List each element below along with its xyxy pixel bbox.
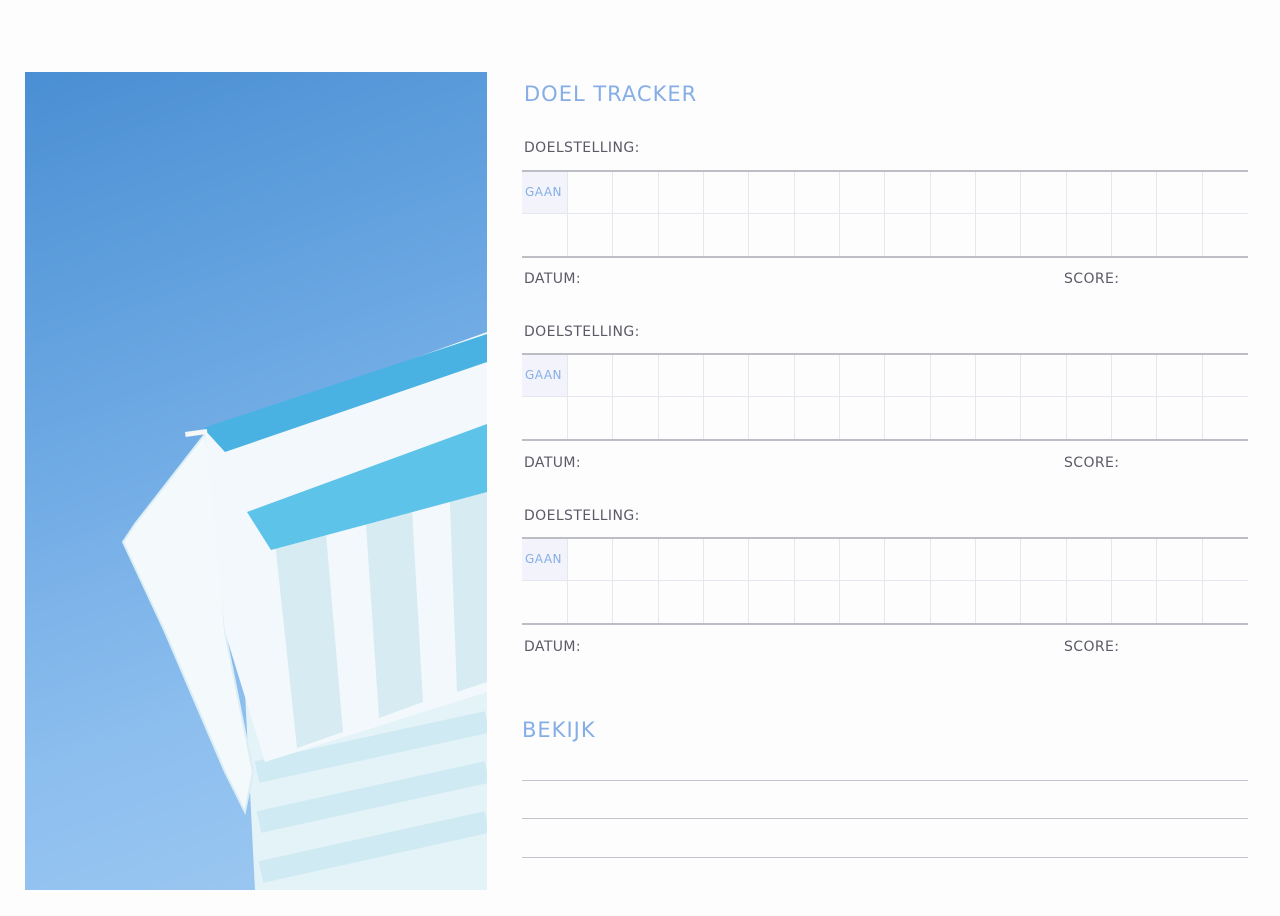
grid-column-divider: [1202, 539, 1203, 623]
grid-column-divider: [884, 355, 885, 439]
grid-column-divider: [884, 539, 885, 623]
goal-label: DOELSTELLING:: [524, 324, 640, 340]
beach-umbrella-photo: [25, 72, 487, 890]
grid-column-divider: [930, 172, 931, 256]
grid-column-divider: [1156, 172, 1157, 256]
grid-column-divider: [567, 172, 568, 256]
grid-column-divider: [567, 355, 568, 439]
grid-column-divider: [1156, 539, 1157, 623]
grid-column-divider: [658, 539, 659, 623]
grid-column-divider: [839, 539, 840, 623]
grid-column-divider: [975, 172, 976, 256]
grid-column-divider: [794, 355, 795, 439]
grid-column-divider: [1111, 539, 1112, 623]
grid-column-divider: [1202, 355, 1203, 439]
grid-column-divider: [612, 172, 613, 256]
gaan-label: GAAN: [525, 552, 563, 566]
grid-column-divider: [1066, 172, 1067, 256]
grid-column-divider: [839, 355, 840, 439]
date-label: DATUM:: [524, 271, 582, 287]
grid-column-divider: [1020, 539, 1021, 623]
score-label: SCORE:: [1064, 271, 1120, 287]
review-line[interactable]: [522, 780, 1248, 781]
grid-column-divider: [1066, 355, 1067, 439]
grid-column-divider: [658, 172, 659, 256]
grid-column-divider: [703, 172, 704, 256]
grid-column-divider: [794, 172, 795, 256]
grid-column-divider: [930, 355, 931, 439]
gaan-label: GAAN: [525, 368, 563, 382]
grid-column-divider: [748, 172, 749, 256]
grid-row-divider: [522, 396, 1248, 397]
grid-column-divider: [567, 539, 568, 623]
grid-column-divider: [794, 539, 795, 623]
review-title: BEKIJK: [522, 718, 596, 742]
review-line[interactable]: [522, 818, 1248, 819]
grid-column-divider: [1066, 539, 1067, 623]
grid-column-divider: [975, 355, 976, 439]
date-label: DATUM:: [524, 639, 582, 655]
goal-tracking-grid[interactable]: GAAN: [522, 170, 1248, 258]
grid-column-divider: [1020, 355, 1021, 439]
grid-column-divider: [1111, 355, 1112, 439]
grid-row-divider: [522, 580, 1248, 581]
grid-column-divider: [703, 355, 704, 439]
grid-column-divider: [1156, 355, 1157, 439]
grid-column-divider: [1111, 172, 1112, 256]
grid-column-divider: [612, 355, 613, 439]
review-line[interactable]: [522, 857, 1248, 858]
date-label: DATUM:: [524, 455, 582, 471]
goal-label: DOELSTELLING:: [524, 140, 640, 156]
grid-row-divider: [522, 213, 1248, 214]
grid-column-divider: [748, 539, 749, 623]
grid-column-divider: [612, 539, 613, 623]
grid-column-divider: [884, 172, 885, 256]
page-title: DOEL TRACKER: [524, 82, 698, 106]
grid-column-divider: [839, 172, 840, 256]
grid-column-divider: [1020, 172, 1021, 256]
goal-label: DOELSTELLING:: [524, 508, 640, 524]
score-label: SCORE:: [1064, 455, 1120, 471]
grid-column-divider: [930, 539, 931, 623]
grid-column-divider: [748, 355, 749, 439]
goal-tracking-grid[interactable]: GAAN: [522, 353, 1248, 441]
goal-tracking-grid[interactable]: GAAN: [522, 537, 1248, 625]
score-label: SCORE:: [1064, 639, 1120, 655]
grid-column-divider: [703, 539, 704, 623]
grid-column-divider: [975, 539, 976, 623]
gaan-label: GAAN: [525, 185, 563, 199]
grid-column-divider: [1202, 172, 1203, 256]
grid-column-divider: [658, 355, 659, 439]
